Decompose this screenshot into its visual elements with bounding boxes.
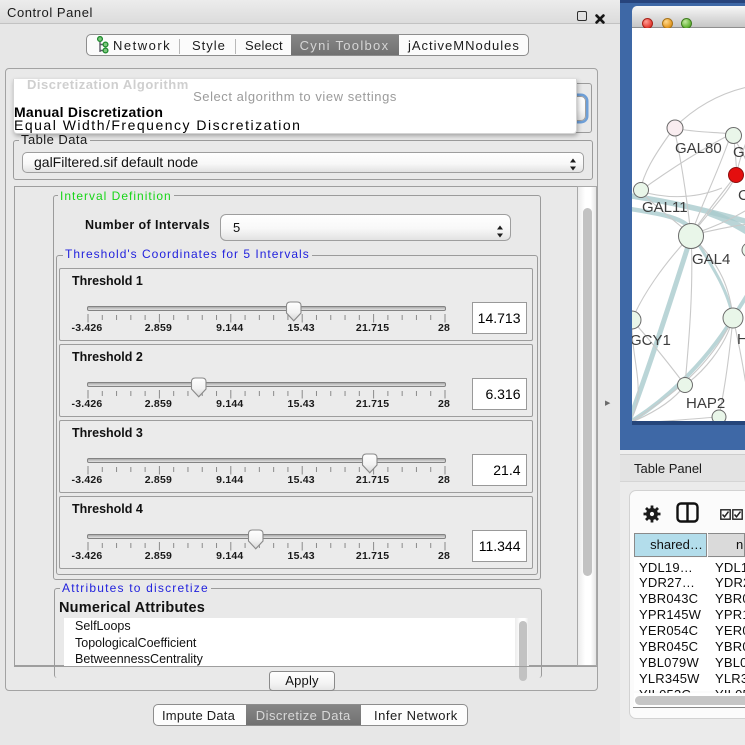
svg-text:GAL80: GAL80 [675, 140, 722, 157]
svg-text:GAL: GAL [733, 144, 745, 161]
svg-text:GAL11: GAL11 [642, 199, 688, 216]
svg-text:C: C [738, 187, 745, 204]
svg-text:H: H [737, 331, 745, 348]
svg-text:GAL4: GAL4 [692, 251, 730, 268]
svg-text:GCY1: GCY1 [632, 332, 671, 349]
svg-text:HAP2: HAP2 [686, 395, 725, 412]
